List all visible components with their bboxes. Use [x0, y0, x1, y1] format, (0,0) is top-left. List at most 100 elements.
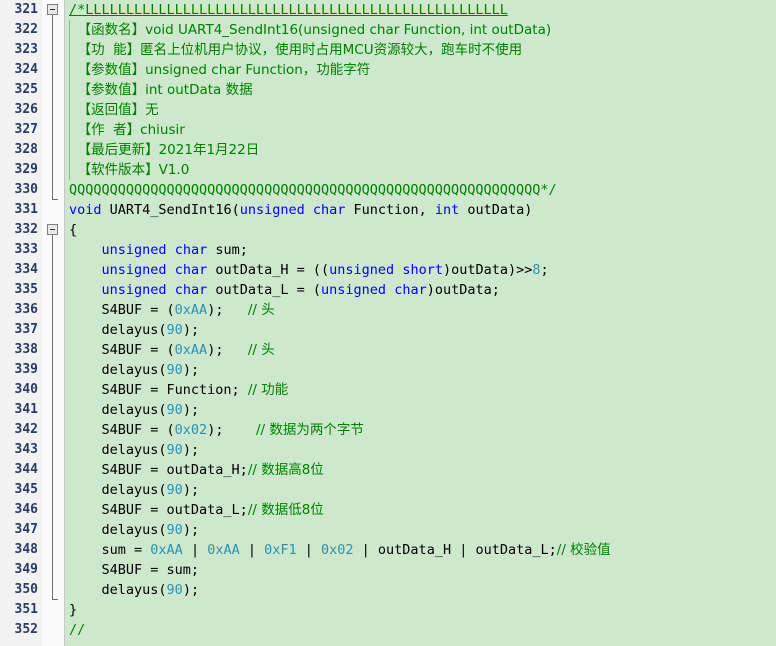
comment-token: // 功能 [247, 382, 289, 398]
code-line-342[interactable]: S4BUF = (0x02); // 数据为两个字节 [65, 420, 776, 440]
line-number: 348 [14, 542, 38, 557]
identifier-token: delayus( [101, 522, 167, 538]
code-line-334[interactable]: unsigned char outData_H = ((unsigned sho… [65, 260, 776, 280]
comment-token: /*LLLLLLLLLLLLLLLLLLLLLLLLLLLLLLLLLLLLLL… [69, 2, 508, 18]
code-line-331[interactable]: void UART4_SendInt16(unsigned char Funct… [65, 200, 776, 220]
identifier-token: S4BUF = outData_H; [101, 462, 248, 478]
code-line-322[interactable]: 【函数名】void UART4_SendInt16(unsigned char … [65, 20, 776, 40]
code-line-348[interactable]: sum = 0xAA | 0xAA | 0xF1 | 0x02 | outDat… [65, 540, 776, 560]
line-number: 323 [14, 42, 38, 57]
comment-token: QQQQQQQQQQQQQQQQQQQQQQQQQQQQQQQQQQQQQQQQ… [69, 182, 557, 198]
code-line-339[interactable]: delayus(90); [65, 360, 776, 380]
identifier-token: outData [467, 202, 525, 218]
code-line-335[interactable]: unsigned char outData_L = (unsigned char… [65, 280, 776, 300]
code-line-349[interactable]: S4BUF = sum; [65, 560, 776, 580]
punct-token: ); [182, 582, 200, 598]
code-line-333[interactable]: unsigned char sum; [65, 240, 776, 260]
number-token: 90 [166, 322, 183, 338]
identifier-token [167, 242, 175, 258]
keyword-token: char [174, 242, 208, 258]
line-number: 339 [14, 362, 38, 377]
code-line-321[interactable]: /*LLLLLLLLLLLLLLLLLLLLLLLLLLLLLLLLLLLLLL… [65, 0, 776, 20]
line-number: 347 [14, 522, 38, 537]
keyword-token: short [402, 262, 443, 278]
identifier-token: sum; [215, 242, 248, 258]
fold-toggle-minus-icon[interactable] [47, 4, 58, 15]
line-number: 333 [14, 242, 38, 257]
code-line-351[interactable]: } [65, 600, 776, 620]
line-number: 330 [14, 182, 38, 197]
number-token: 90 [166, 362, 183, 378]
identifier-token: delayus( [101, 402, 167, 418]
number-token: 0xF1 [264, 542, 297, 558]
code-line-340[interactable]: S4BUF = Function; // 功能 [65, 380, 776, 400]
code-editor[interactable]: 321 322 323 324 325 326 327 328 329 330 … [0, 0, 776, 646]
punct-token: ; [540, 262, 549, 278]
code-line-336[interactable]: S4BUF = (0xAA); // 头 [65, 300, 776, 320]
line-number: 337 [14, 322, 38, 337]
keyword-token: void [69, 202, 102, 218]
code-line-345[interactable]: delayus(90); [65, 480, 776, 500]
code-line-350[interactable]: delayus(90); [65, 580, 776, 600]
identifier-token: outData_H [377, 542, 452, 558]
code-line-352[interactable]: // [65, 620, 776, 640]
code-line-347[interactable]: delayus(90); [65, 520, 776, 540]
code-text-area[interactable]: /*LLLLLLLLLLLLLLLLLLLLLLLLLLLLLLLLLLLLLL… [65, 0, 776, 646]
brace-token: { [69, 222, 78, 238]
line-number: 331 [14, 202, 38, 217]
comment-token: 【软件版本】V1.0 [69, 162, 190, 178]
code-folding-margin[interactable] [42, 0, 65, 646]
line-number: 343 [14, 442, 38, 457]
code-line-329[interactable]: 【软件版本】V1.0 [65, 160, 776, 180]
comment-token: // 数据为两个字节 [255, 422, 364, 438]
punct-token: ; [548, 542, 557, 558]
code-line-327[interactable]: 【作 者】chiusir [65, 120, 776, 140]
line-number: 321 [14, 2, 38, 17]
code-line-324[interactable]: 【参数值】unsigned char Function，功能字符 [65, 60, 776, 80]
number-token: 90 [166, 442, 183, 458]
keyword-token: char [394, 282, 427, 298]
punct-token: ); [182, 322, 200, 338]
identifier-token: outData_L [215, 282, 289, 298]
code-line-332[interactable]: { [65, 220, 776, 240]
line-number: 332 [14, 222, 38, 237]
keyword-token: char [312, 202, 346, 218]
number-token: 0x02 [321, 542, 354, 558]
keyword-token: unsigned [101, 242, 167, 258]
code-line-325[interactable]: 【参数值】int outData 数据 [65, 80, 776, 100]
code-line-346[interactable]: S4BUF = outData_L;// 数据低8位 [65, 500, 776, 520]
code-line-328[interactable]: 【最后更新】2021年1月22日 [65, 140, 776, 160]
comment-token: // 数据高8位 [247, 462, 324, 478]
code-line-337[interactable]: delayus(90); [65, 320, 776, 340]
line-number: 346 [14, 502, 38, 517]
identifier-token: outData_L [475, 542, 549, 558]
identifier-token: S4BUF = outData_L; [101, 502, 248, 518]
operator-token: | [451, 542, 476, 558]
number-token: 0xAA [150, 542, 183, 558]
code-line-326[interactable]: 【返回值】无 [65, 100, 776, 120]
identifier-token: delayus( [101, 362, 167, 378]
code-line-330[interactable]: QQQQQQQQQQQQQQQQQQQQQQQQQQQQQQQQQQQQQQQQ… [65, 180, 776, 200]
code-line-338[interactable]: S4BUF = (0xAA); // 头 [65, 340, 776, 360]
code-line-341[interactable]: delayus(90); [65, 400, 776, 420]
comment-token: 【最后更新】2021年1月22日 [69, 142, 260, 158]
comment-token: 【返回值】无 [69, 102, 159, 118]
keyword-token: char [174, 282, 208, 298]
punct-token: (( [312, 262, 330, 278]
line-number: 341 [14, 402, 38, 417]
code-line-344[interactable]: S4BUF = outData_H;// 数据高8位 [65, 460, 776, 480]
identifier-token: S4BUF = ( [101, 422, 175, 438]
comment-token: // 校验值 [556, 542, 611, 558]
line-number: 352 [14, 622, 38, 637]
punct-token: ); [182, 482, 200, 498]
fold-toggle-minus-icon[interactable] [47, 224, 58, 235]
operator-token: | [182, 542, 208, 558]
code-line-323[interactable]: 【功 能】匿名上位机用户协议，使用时占用MCU资源较大，跑车时不使用 [65, 40, 776, 60]
code-line-343[interactable]: delayus(90); [65, 440, 776, 460]
